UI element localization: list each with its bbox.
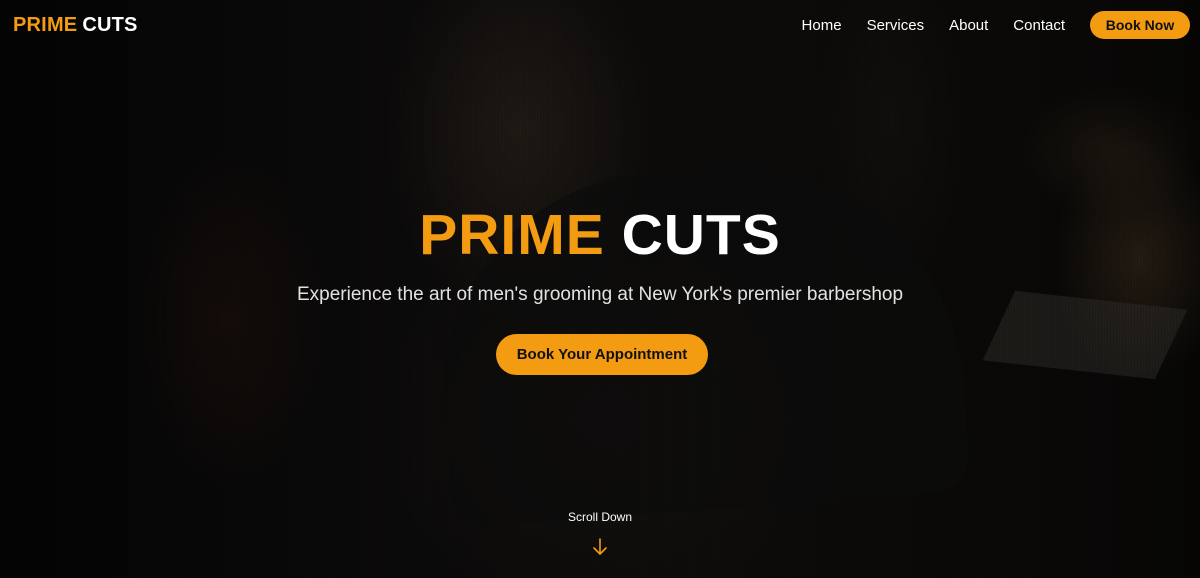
logo-accent-text: PRIME xyxy=(13,13,78,36)
site-logo[interactable]: PRIME CUTS xyxy=(13,14,138,37)
hero-title: PRIME CUTS xyxy=(0,202,1200,268)
hero-content: PRIME CUTS Experience the art of men's g… xyxy=(0,0,1200,578)
scroll-down-label: Scroll Down xyxy=(567,510,633,524)
hero-title-main: CUTS xyxy=(621,203,781,267)
hero-title-accent: PRIME xyxy=(419,203,605,267)
hero-section: PRIME CUTS Home Services About Contact B… xyxy=(0,0,1200,578)
book-now-button[interactable]: Book Now xyxy=(1090,11,1190,39)
nav-link-contact[interactable]: Contact xyxy=(1013,17,1065,34)
nav-link-home[interactable]: Home xyxy=(802,17,842,34)
book-appointment-button[interactable]: Book Your Appointment xyxy=(496,334,708,375)
logo-main-text: CUTS xyxy=(82,13,138,36)
nav-link-services[interactable]: Services xyxy=(867,17,925,34)
hero-subtitle: Experience the art of men's grooming at … xyxy=(296,284,904,305)
nav-link-about[interactable]: About xyxy=(949,17,988,34)
scroll-down-indicator[interactable]: Scroll Down xyxy=(0,510,1200,556)
navbar: PRIME CUTS Home Services About Contact B… xyxy=(0,0,1200,50)
arrow-down-icon xyxy=(593,538,607,555)
nav-links: Home Services About Contact Book Now xyxy=(802,11,1190,39)
